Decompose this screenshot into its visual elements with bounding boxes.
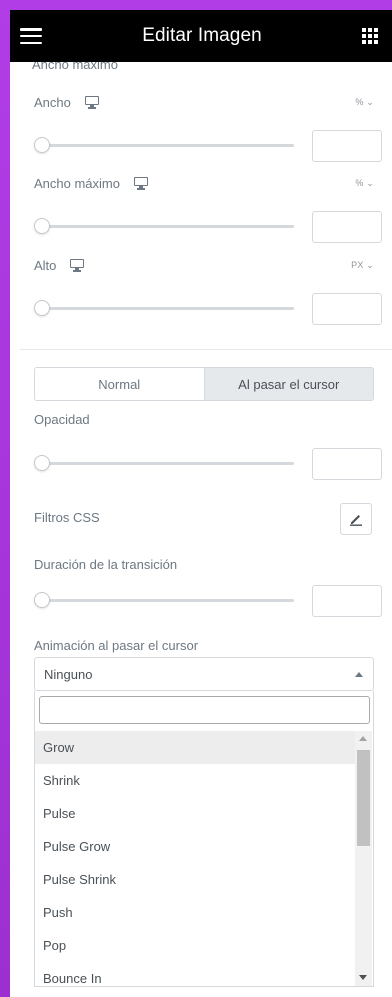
height-slider[interactable]	[34, 298, 294, 318]
transition-control-header: Duración de la transición	[34, 557, 374, 572]
width-slider[interactable]	[34, 135, 294, 155]
hover-animation-dropdown: Grow Shrink Pulse Pulse Grow Pulse Shrin…	[34, 691, 374, 987]
width-slider-handle[interactable]	[34, 137, 50, 153]
dropdown-options: Grow Shrink Pulse Pulse Grow Pulse Shrin…	[35, 731, 355, 995]
max-width-control-header: Ancho máximo % ⌄	[34, 176, 374, 191]
state-tabs: Normal Al pasar el cursor	[34, 367, 374, 401]
max-width-unit-select[interactable]: % ⌄	[355, 178, 374, 189]
dropdown-option-pulse-shrink[interactable]: Pulse Shrink	[35, 863, 355, 896]
css-filters-label: Filtros CSS	[34, 510, 100, 525]
width-input[interactable]	[312, 130, 382, 162]
pencil-icon	[350, 515, 362, 526]
opacity-label: Opacidad	[34, 412, 90, 427]
max-width-slider-handle[interactable]	[34, 218, 50, 234]
scroll-up-icon[interactable]	[359, 736, 367, 741]
opacity-slider-handle[interactable]	[34, 455, 50, 471]
hover-animation-selected: Ninguno	[44, 666, 93, 682]
transition-input[interactable]	[312, 585, 382, 617]
tab-normal[interactable]: Normal	[35, 368, 204, 400]
desktop-icon[interactable]	[133, 177, 148, 190]
hover-animation-control-header: Animación al pasar el cursor	[34, 638, 374, 653]
max-width-input[interactable]	[312, 211, 382, 243]
scrollbar-thumb[interactable]	[357, 750, 370, 846]
dropdown-option-pop[interactable]: Pop	[35, 929, 355, 962]
tab-hover[interactable]: Al pasar el cursor	[203, 368, 373, 400]
transition-slider-handle[interactable]	[34, 592, 50, 608]
dropdown-option-pulse-grow[interactable]: Pulse Grow	[35, 830, 355, 863]
height-slider-handle[interactable]	[34, 300, 50, 316]
opacity-input[interactable]	[312, 448, 382, 480]
width-label: Ancho	[34, 95, 71, 110]
opacity-control-header: Opacidad	[34, 412, 374, 427]
max-width-label: Ancho máximo	[34, 176, 120, 191]
transition-slider[interactable]	[34, 590, 294, 610]
desktop-icon[interactable]	[70, 259, 85, 272]
section-divider	[20, 349, 392, 350]
max-width-slider[interactable]	[34, 216, 294, 236]
panel-title: Editar Imagen	[142, 25, 262, 46]
scroll-down-icon[interactable]	[359, 975, 367, 980]
dropdown-search-input[interactable]	[39, 696, 370, 724]
width-unit-select[interactable]: % ⌄	[355, 97, 374, 108]
height-label: Alto	[34, 258, 57, 273]
height-unit-select[interactable]: PX ⌄	[351, 260, 374, 271]
dropdown-option-shrink[interactable]: Shrink	[35, 764, 355, 797]
hover-animation-label: Animación al pasar el cursor	[34, 638, 199, 653]
css-filters-edit-button[interactable]	[340, 503, 372, 535]
css-filters-control: Filtros CSS	[34, 510, 374, 525]
top-bar: Editar Imagen	[10, 10, 392, 62]
dropdown-option-push[interactable]: Push	[35, 896, 355, 929]
dropdown-option-bounce-in[interactable]: Bounce In	[35, 962, 355, 995]
dropdown-option-grow[interactable]: Grow	[35, 731, 355, 764]
transition-label: Duración de la transición	[34, 557, 178, 572]
width-control-header: Ancho % ⌄	[34, 95, 374, 110]
dropdown-scrollbar[interactable]	[355, 731, 372, 986]
editor-panel: Editar Imagen Ancho máximo Ancho % ⌄ Anc…	[10, 10, 392, 997]
caret-up-icon	[355, 671, 363, 677]
dropdown-option-pulse[interactable]: Pulse	[35, 797, 355, 830]
desktop-icon[interactable]	[84, 96, 99, 109]
hover-animation-select[interactable]: Ninguno	[34, 657, 374, 691]
hamburger-icon[interactable]	[20, 28, 42, 44]
height-control-header: Alto PX ⌄	[34, 258, 374, 273]
scrolled-label: Ancho máximo	[32, 62, 118, 72]
opacity-slider[interactable]	[34, 453, 294, 473]
grid-icon[interactable]	[362, 28, 378, 44]
height-input[interactable]	[312, 293, 382, 325]
